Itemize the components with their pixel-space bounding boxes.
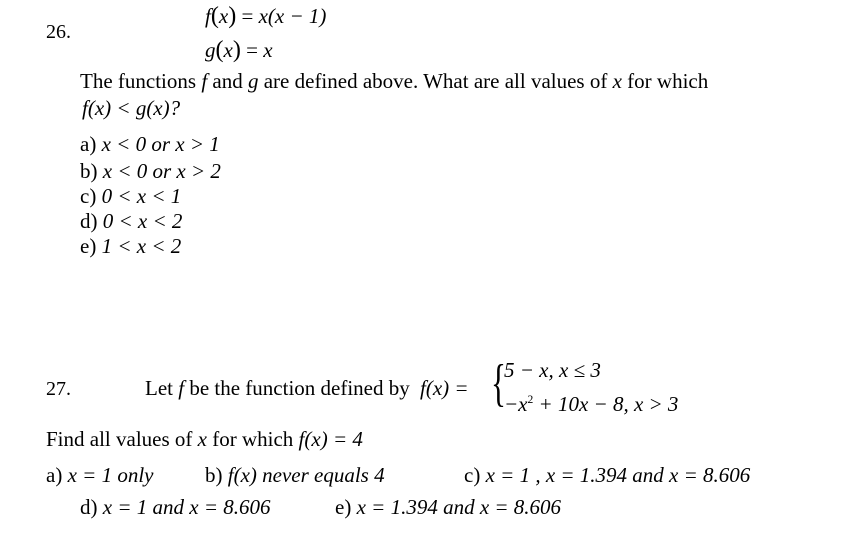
q26-choice-a[interactable]: a) x < 0 or x > 1	[80, 134, 220, 155]
q26-choice-b[interactable]: b) x < 0 or x > 2	[80, 161, 221, 182]
q26-number: 26.	[46, 21, 71, 43]
q27-piece-2: −x2 + 10x − 8, x > 3	[504, 392, 679, 416]
q26-choice-e[interactable]: e) 1 < x < 2	[80, 236, 181, 257]
q27-choice-a[interactable]: a) x = 1 only	[46, 465, 153, 486]
q27-choice-d[interactable]: d) x = 1 and x = 8.606	[80, 497, 270, 518]
q26-choice-c[interactable]: c) 0 < x < 1	[80, 186, 181, 207]
q26-prompt: The functions f and g are defined above.…	[80, 69, 709, 93]
q27-piece-1: 5 − x, x ≤ 3	[504, 358, 601, 382]
q27-fn-lhs: f(x) =	[420, 376, 469, 400]
q26-inequality: f(x) < g(x)?	[82, 96, 181, 120]
q26-def-g: g(x) = x	[205, 36, 273, 63]
q27-number: 27.	[46, 378, 71, 400]
q27-prompt: Let f be the function defined by	[145, 376, 410, 400]
q27-choice-c[interactable]: c) x = 1 , x = 1.394 and x = 8.606	[464, 465, 750, 486]
q26-choice-d[interactable]: d) 0 < x < 2	[80, 211, 182, 232]
q26-def-f: f(x) = x(x − 1)	[205, 2, 327, 29]
q27-choice-b[interactable]: b) f(x) never equals 4	[205, 465, 385, 486]
q27-choice-e[interactable]: e) x = 1.394 and x = 8.606	[335, 497, 561, 518]
q27-find-prompt: Find all values of x for which f(x) = 4	[46, 427, 363, 451]
